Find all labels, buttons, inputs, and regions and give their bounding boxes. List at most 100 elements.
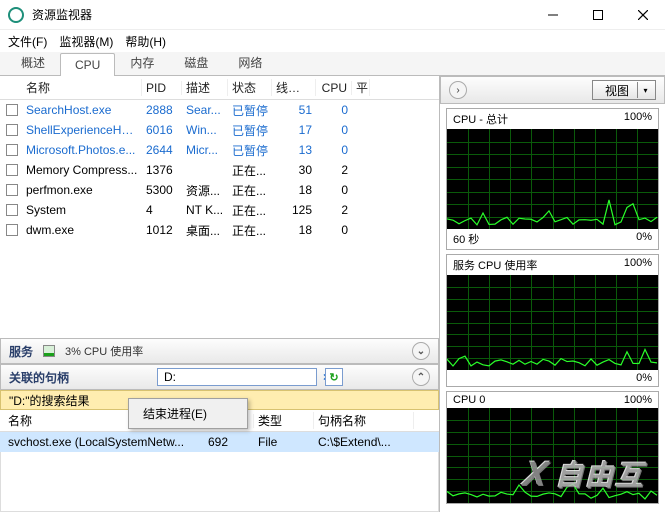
process-checkbox[interactable]: [6, 144, 18, 156]
process-status: 正在...: [228, 202, 272, 219]
process-pid: 1376: [142, 163, 182, 177]
chart2-title: 服务 CPU 使用率: [453, 257, 537, 273]
process-name: dwm.exe: [22, 223, 142, 237]
search-results-text: "D:"的搜索结果: [9, 392, 90, 409]
col-desc[interactable]: 描述: [182, 79, 228, 96]
process-row[interactable]: dwm.exe1012桌面...正在...180: [0, 220, 439, 240]
process-row[interactable]: Memory Compress...1376正在...302: [0, 160, 439, 180]
col-cpu[interactable]: CPU: [316, 81, 352, 95]
process-desc: NT K...: [182, 203, 228, 217]
menu-monitor[interactable]: 监视器(M): [59, 33, 113, 50]
process-pid: 1012: [142, 223, 182, 237]
process-row[interactable]: SearchHost.exe2888Sear...已暂停510: [0, 100, 439, 120]
process-cpu: 0: [316, 103, 352, 117]
menu-help[interactable]: 帮助(H): [125, 33, 166, 50]
process-desc: 资源...: [182, 182, 228, 199]
right-panel-header: › 视图 ▾: [440, 76, 665, 104]
process-threads: 30: [272, 163, 316, 177]
tab-network[interactable]: 网络: [223, 49, 277, 75]
process-row[interactable]: ShellExperienceHo...6016Win...已暂停170: [0, 120, 439, 140]
process-status: 已暂停: [228, 102, 272, 119]
handle-hname: C:\$Extend\...: [314, 435, 414, 449]
process-cpu: 0: [316, 123, 352, 137]
chart2-right: 100%: [624, 257, 652, 273]
process-cpu: 0: [316, 223, 352, 237]
process-row[interactable]: Microsoft.Photos.e...2644Micr...已暂停130: [0, 140, 439, 160]
process-name: Memory Compress...: [22, 163, 142, 177]
process-status: 已暂停: [228, 142, 272, 159]
process-checkbox[interactable]: [6, 104, 18, 116]
col-pid[interactable]: PID: [142, 81, 182, 95]
process-checkbox[interactable]: [6, 224, 18, 236]
chart1-title: CPU - 总计: [453, 111, 508, 127]
chart-service-cpu: 服务 CPU 使用率 100% 0%: [446, 254, 659, 387]
menu-bar: 文件(F) 监视器(M) 帮助(H): [0, 30, 665, 52]
process-pid: 5300: [142, 183, 182, 197]
process-row[interactable]: perfmon.exe5300资源...正在...180: [0, 180, 439, 200]
chevron-down-icon[interactable]: ⌄: [412, 342, 430, 360]
cpu-meter-icon: [43, 345, 55, 357]
process-desc: Win...: [182, 123, 228, 137]
process-checkbox[interactable]: [6, 204, 18, 216]
process-status: 正在...: [228, 162, 272, 179]
expand-right-icon[interactable]: ›: [449, 81, 467, 99]
process-desc: Sear...: [182, 103, 228, 117]
handles-row[interactable]: svchost.exe (LocalSystemNetw... 692 File…: [0, 432, 439, 452]
process-threads: 51: [272, 103, 316, 117]
process-checkbox[interactable]: [6, 164, 18, 176]
handles-search-box[interactable]: ×: [157, 368, 317, 386]
chart-cpu0: CPU 0 100%: [446, 391, 659, 504]
handles-title: 关联的句柄: [9, 369, 69, 386]
process-status: 已暂停: [228, 122, 272, 139]
minimize-button[interactable]: [530, 0, 575, 30]
title-bar: 资源监视器: [0, 0, 665, 30]
col-status[interactable]: 状态: [228, 79, 272, 96]
tab-memory[interactable]: 内存: [115, 49, 169, 75]
app-icon: [8, 7, 24, 23]
chevron-up-icon[interactable]: ⌃: [412, 368, 430, 386]
menu-file[interactable]: 文件(F): [8, 33, 47, 50]
process-cpu: 0: [316, 183, 352, 197]
tab-overview[interactable]: 概述: [6, 49, 60, 75]
maximize-button[interactable]: [575, 0, 620, 30]
process-threads: 17: [272, 123, 316, 137]
chart1-foot-right: 0%: [636, 231, 652, 247]
process-checkbox[interactable]: [6, 124, 18, 136]
hcol-hname[interactable]: 句柄名称: [314, 412, 414, 429]
col-threads[interactable]: 线程数: [272, 79, 316, 96]
process-threads: 18: [272, 223, 316, 237]
services-title: 服务: [9, 343, 33, 360]
col-name[interactable]: 名称: [22, 79, 142, 96]
tab-disk[interactable]: 磁盘: [169, 49, 223, 75]
context-end-process[interactable]: 结束进程(E): [131, 401, 245, 426]
handles-section-header: 关联的句柄 × ↻ ⌃: [0, 364, 439, 390]
dropdown-arrow-icon: ▾: [637, 82, 653, 98]
process-pid: 2644: [142, 143, 182, 157]
services-section[interactable]: 服务 3% CPU 使用率 ⌄: [0, 338, 439, 364]
chart1-foot-left: 60 秒: [453, 231, 479, 247]
process-name: SearchHost.exe: [22, 103, 142, 117]
process-status: 正在...: [228, 182, 272, 199]
refresh-button[interactable]: ↻: [325, 368, 343, 386]
process-cpu: 2: [316, 203, 352, 217]
process-pid: 4: [142, 203, 182, 217]
hcol-type[interactable]: 类型: [254, 412, 314, 429]
process-name: System: [22, 203, 142, 217]
chart3-right: 100%: [624, 394, 652, 406]
process-threads: 13: [272, 143, 316, 157]
process-checkbox[interactable]: [6, 184, 18, 196]
process-desc: 桌面...: [182, 222, 228, 239]
chart2-foot-right: 0%: [636, 372, 652, 384]
close-button[interactable]: [620, 0, 665, 30]
view-dropdown[interactable]: 视图 ▾: [592, 80, 656, 100]
process-cpu: 0: [316, 143, 352, 157]
handles-search-input[interactable]: [162, 369, 321, 385]
process-row[interactable]: System4NT K...正在...1252: [0, 200, 439, 220]
col-avg[interactable]: 平...: [352, 79, 370, 96]
process-threads: 125: [272, 203, 316, 217]
window-title: 资源监视器: [32, 6, 530, 23]
chart3-title: CPU 0: [453, 394, 485, 406]
process-status: 正在...: [228, 222, 272, 239]
chart1-right: 100%: [624, 111, 652, 127]
tab-cpu[interactable]: CPU: [60, 53, 115, 76]
